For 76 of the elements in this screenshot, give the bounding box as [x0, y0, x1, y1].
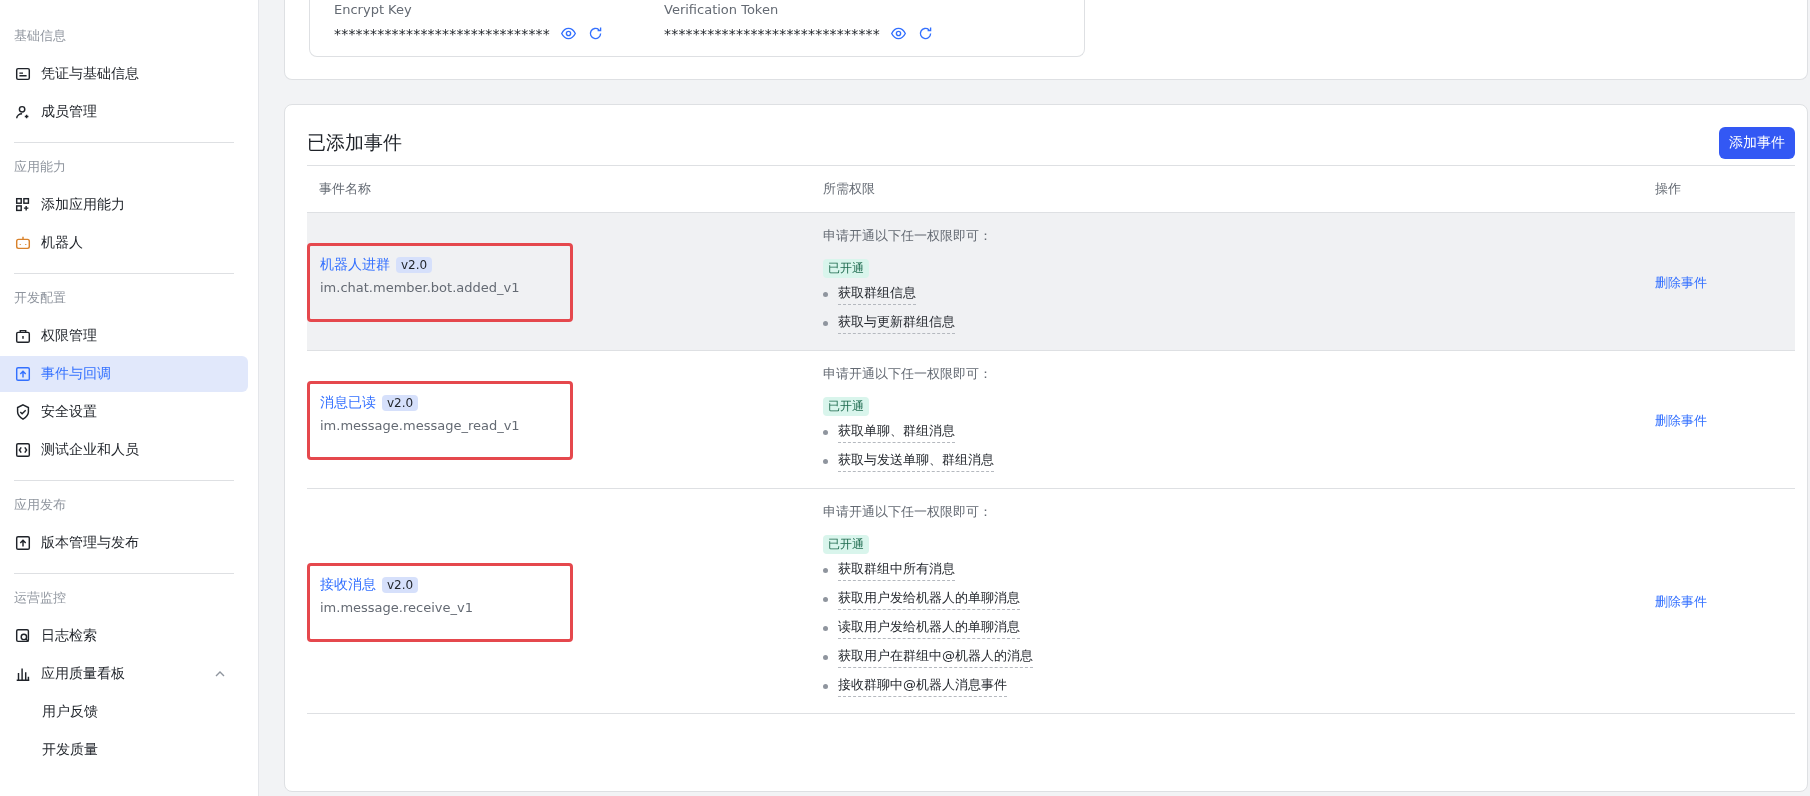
sidebar-group-label: 基础信息 — [13, 27, 67, 45]
permission-hint: 申请开通以下任一权限即可： — [823, 503, 992, 521]
bullet-icon — [823, 597, 828, 602]
sidebar-group-label: 应用发布 — [13, 496, 67, 514]
permission-hint: 申请开通以下任一权限即可： — [823, 365, 992, 383]
event-key: im.message.receive_v1 — [320, 599, 560, 615]
sidebar-item[interactable]: 机器人 — [0, 225, 248, 261]
event-key: im.message.message_read_v1 — [320, 418, 560, 433]
delete-event-link[interactable]: 删除事件 — [1655, 273, 1707, 292]
permission-item: 获取用户在群组中@机器人的消息 — [838, 647, 1033, 668]
permission-item: 获取单聊、群组消息 — [838, 422, 955, 443]
add-event-button[interactable]: 添加事件 — [1719, 127, 1795, 159]
version-badge: v2.0 — [382, 395, 419, 411]
sidebar-subitem[interactable]: 开发质量 — [0, 732, 248, 768]
event-name-link[interactable]: 接收消息 — [320, 575, 376, 594]
sidebar-item[interactable]: 成员管理 — [0, 94, 248, 130]
sidebar-item[interactable]: 凭证与基础信息 — [0, 56, 248, 92]
status-tag: 已开通 — [823, 535, 869, 554]
sidebar-item[interactable]: 事件与回调 — [0, 356, 248, 392]
permission-item: 获取群组信息 — [838, 284, 916, 305]
bullet-icon — [823, 655, 828, 660]
permission-hint: 申请开通以下任一权限即可： — [823, 227, 992, 245]
log-search-icon — [14, 627, 32, 645]
id-card-icon — [14, 65, 32, 83]
permission-item: 读取用户发给机器人的单聊消息 — [838, 618, 1020, 639]
credential-value: ****************************** — [334, 25, 550, 42]
bullet-icon — [823, 684, 828, 689]
upload-box-icon — [14, 365, 32, 383]
event-name-link[interactable]: 消息已读 — [320, 394, 376, 412]
sidebar-item[interactable]: 权限管理 — [0, 318, 248, 354]
permission-item: 获取用户发给机器人的单聊消息 — [838, 589, 1020, 610]
bullet-icon — [823, 321, 828, 326]
upload-box-icon — [14, 534, 32, 552]
sidebar-group-label: 运营监控 — [13, 589, 67, 607]
status-tag: 已开通 — [823, 259, 869, 278]
permission-item: 获取与更新群组信息 — [838, 313, 955, 334]
column-header: 事件名称 — [318, 180, 372, 198]
permission-item: 获取与发送单聊、群组消息 — [838, 451, 994, 472]
permission-item: 接收群聊中@机器人消息事件 — [838, 676, 1007, 697]
bullet-icon — [823, 568, 828, 573]
bullet-icon — [823, 459, 828, 464]
shield-check-icon — [14, 403, 32, 421]
bullet-icon — [823, 292, 828, 297]
sidebar-group-label: 应用能力 — [13, 158, 67, 176]
credential-value: ****************************** — [664, 25, 880, 42]
bullet-icon — [823, 626, 828, 631]
version-badge: v2.0 — [382, 576, 419, 593]
sidebar-item[interactable]: 安全设置 — [0, 394, 248, 430]
version-badge: v2.0 — [396, 257, 433, 273]
credential-label: Verification Token — [664, 2, 780, 17]
eye-icon[interactable] — [890, 25, 907, 42]
sidebar-item[interactable]: 测试企业和人员 — [0, 432, 248, 468]
credential-label: Encrypt Key — [334, 2, 413, 17]
event-name-link[interactable]: 机器人进群 — [320, 256, 390, 274]
sidebar-item[interactable]: 添加应用能力 — [0, 187, 248, 223]
sidebar-group-label: 开发配置 — [13, 289, 67, 307]
status-tag: 已开通 — [823, 397, 869, 416]
refresh-icon[interactable] — [917, 25, 934, 42]
robot-icon — [14, 234, 32, 252]
sidebar-item[interactable]: 应用质量看板 — [0, 656, 248, 692]
sidebar-item[interactable]: 版本管理与发布 — [0, 525, 248, 561]
bullet-icon — [823, 430, 828, 435]
delete-event-link[interactable]: 删除事件 — [1655, 411, 1707, 430]
refresh-icon[interactable] — [587, 25, 604, 42]
event-key: im.chat.member.bot.added_v1 — [320, 280, 560, 295]
eye-icon[interactable] — [560, 25, 577, 42]
sidebar-item[interactable]: 日志检索 — [0, 618, 248, 654]
delete-event-link[interactable]: 删除事件 — [1655, 593, 1707, 611]
permission-item: 获取群组中所有消息 — [838, 560, 955, 581]
apps-icon — [14, 196, 32, 214]
sidebar-subitem[interactable]: 用户反馈 — [0, 694, 248, 730]
column-header: 操作 — [1654, 180, 1682, 198]
lock-box-icon — [14, 327, 32, 345]
column-header: 所需权限 — [822, 180, 876, 198]
code-box-icon — [14, 441, 32, 459]
section-title: 已添加事件 — [307, 130, 402, 155]
